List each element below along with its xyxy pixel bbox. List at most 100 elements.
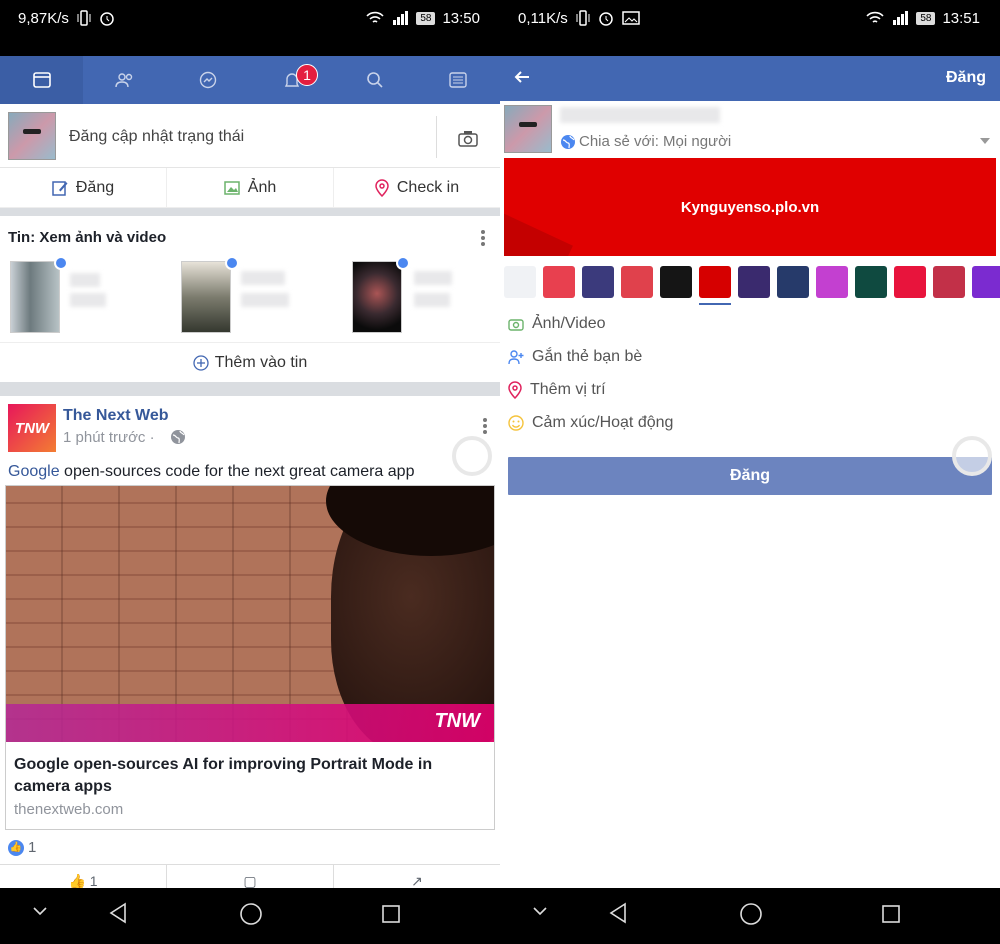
post-time-text: 1 phút trước [63,429,146,446]
news-feed-icon [32,72,51,88]
tab-search[interactable] [333,56,416,104]
nav-home-icon[interactable] [239,902,263,931]
option-tag-friends-label: Gắn thẻ bạn bè [532,348,643,365]
option-location-label: Thêm vị trí [530,381,606,398]
tag-friend-icon [508,350,524,365]
tab-news-feed[interactable] [0,56,84,104]
menu-icon [449,72,467,88]
post-action-label: Đăng [75,178,115,196]
post-action-button[interactable]: Đăng [0,168,167,207]
add-to-story-button[interactable]: Thêm vào tin [0,342,500,382]
nav-recents-icon[interactable] [381,904,401,929]
story-thumbnail [352,261,402,333]
story-item[interactable] [342,256,500,335]
link-title: Google open-sources AI for improving Por… [14,756,433,795]
vibrate-icon [576,9,590,27]
header-post-button[interactable]: Đăng [946,69,986,87]
feed-post: TNW The Next Web 1 phút trước · Google o… [0,396,500,889]
story-unread-dot [54,256,68,270]
color-swatch[interactable] [972,266,1000,298]
nav-collapse-icon[interactable] [532,904,548,922]
battery-icon: 58 [416,11,436,25]
color-swatch[interactable] [777,266,809,298]
share-button[interactable]: ↗ [334,865,500,889]
option-location[interactable]: Thêm vị trí [508,381,606,399]
search-icon [367,72,383,88]
color-swatch[interactable] [621,266,653,298]
blurred-name [70,293,106,307]
blurred-name [414,293,450,307]
left-screen: 9,87K/s 58 13:50 1 Đăng cập nhật trạng t… [0,0,500,944]
add-to-story-label: Thêm vào tin [214,353,308,371]
option-photo-video[interactable]: Ảnh/Video [508,315,606,333]
clock: 13:50 [442,9,480,27]
color-swatch[interactable] [738,266,770,298]
back-arrow-icon[interactable] [514,68,530,89]
link-preview-card[interactable]: TNW Google open-sources AI for improving… [5,485,495,830]
color-swatch[interactable] [933,266,965,298]
color-swatch[interactable] [582,266,614,298]
nav-back-icon[interactable] [608,902,628,929]
option-feeling-activity[interactable]: Cảm xúc/Hoạt động [508,414,673,432]
color-swatch[interactable] [816,266,848,298]
post-button[interactable]: Đăng [508,457,992,495]
divider [436,116,437,158]
checkin-action-label: Check in [396,178,460,196]
comment-button[interactable]: ▢ [167,865,334,889]
photo-icon [224,180,240,195]
story-thumbnail [181,261,231,333]
wifi-icon [866,9,884,27]
reaction-summary[interactable]: 👍 1 [8,839,36,856]
like-button[interactable]: 👍 1 [0,865,167,889]
story-item[interactable] [0,256,160,335]
color-swatch[interactable] [660,266,692,298]
more-options-icon[interactable] [481,230,485,248]
status-bar: 9,87K/s 58 13:50 [0,0,500,56]
status-bar: 0,11K/s 58 13:51 [500,0,1000,56]
tab-notifications[interactable]: 1 [250,56,333,104]
nav-collapse-icon[interactable] [32,904,48,922]
nav-home-icon[interactable] [739,902,763,931]
signal-icon [391,9,409,27]
system-nav-bar [0,888,500,944]
colored-status-background[interactable]: Kynguyenso.plo.vn [504,158,996,256]
composer-actions: Đăng Ảnh Check in [0,168,500,208]
nav-back-icon[interactable] [108,902,128,929]
color-swatch[interactable] [855,266,887,298]
option-photo-video-label: Ảnh/Video [532,315,606,332]
post-time: 1 phút trước · [63,429,155,446]
tab-messenger[interactable] [167,56,250,104]
checkin-action-button[interactable]: Check in [334,168,500,207]
image-logo-watermark: TNW [434,710,480,732]
section-gap [0,382,500,396]
tab-friends[interactable] [83,56,166,104]
compose-header: Đăng [500,56,1000,101]
post-more-icon[interactable] [483,418,487,436]
smiley-icon [508,415,524,431]
globe-icon [561,134,575,149]
color-swatch[interactable] [543,266,575,298]
post-text-link[interactable]: Google [8,463,60,480]
loading-spinner [452,436,492,476]
status-composer[interactable]: Đăng cập nhật trạng thái [0,104,500,168]
page-name[interactable]: The Next Web [63,407,169,425]
edit-icon [52,180,68,196]
audience-selector[interactable]: Chia sẻ với: Mọi người [560,133,731,150]
option-tag-friends[interactable]: Gắn thẻ bạn bè [508,348,642,366]
color-swatch[interactable] [699,266,731,305]
story-item[interactable] [171,256,331,335]
camera-icon[interactable] [458,130,478,153]
status-placeholder: Đăng cập nhật trạng thái [69,128,245,145]
color-swatch[interactable] [894,266,926,298]
page-logo[interactable]: TNW [8,404,56,452]
post-text: Google open-sources code for the next gr… [8,463,414,481]
wifi-icon [366,9,384,27]
color-swatch[interactable] [504,266,536,298]
tab-menu[interactable] [417,56,500,104]
nav-recents-icon[interactable] [881,904,901,929]
avatar [8,112,56,160]
dropdown-caret-icon[interactable] [980,138,990,144]
blurred-name [414,271,452,285]
post-text-body: open-sources code for the next great cam… [59,463,415,480]
photo-action-button[interactable]: Ảnh [167,168,334,207]
